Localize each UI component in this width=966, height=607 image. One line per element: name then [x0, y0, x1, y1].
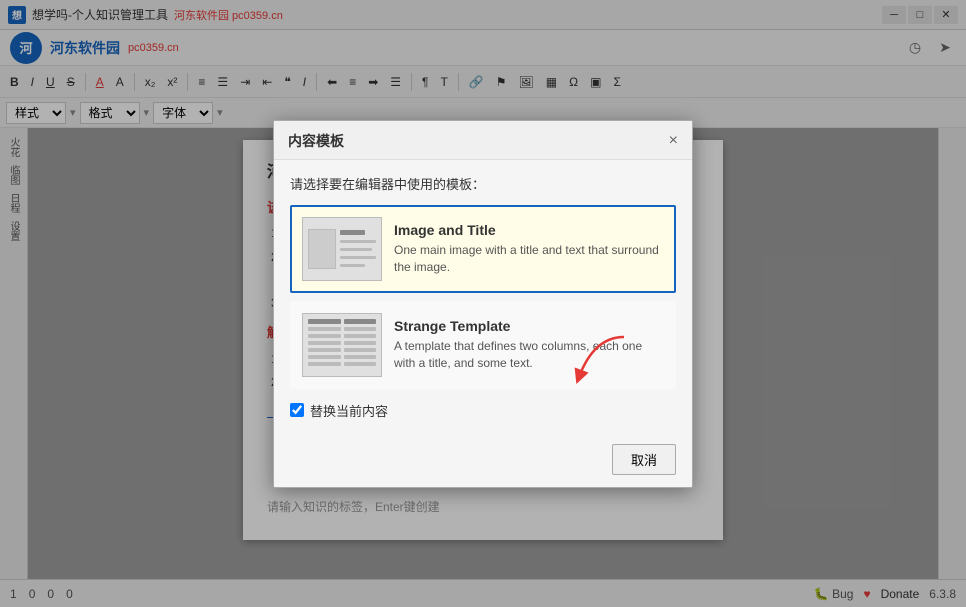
content-template-dialog: 内容模板 × 请选择要在编辑器中使用的模板：: [273, 120, 693, 488]
template-info-image-title: Image and Title One main image with a ti…: [394, 222, 664, 276]
preview-line: [340, 256, 376, 259]
template-name: Image and Title: [394, 222, 664, 238]
preview-col-right: [344, 319, 377, 371]
col-line: [308, 341, 341, 345]
col-line: [344, 355, 377, 359]
preview-line: [340, 264, 365, 267]
col-line: [344, 319, 377, 324]
dialog-title: 内容模板: [288, 131, 344, 151]
preview-lines: [340, 230, 376, 267]
red-arrow: [564, 327, 644, 389]
dialog-header: 内容模板 ×: [274, 121, 692, 160]
template-preview-strange: [302, 313, 382, 377]
dialog-footer: 取消: [274, 434, 692, 487]
checkbox-row: 替换当前内容: [290, 401, 676, 420]
col-line: [308, 327, 341, 331]
preview-line: [340, 240, 376, 243]
preview-two-col: [308, 319, 376, 371]
col-line: [308, 348, 341, 352]
replace-content-checkbox[interactable]: [290, 403, 304, 417]
template-item-strange[interactable]: Strange Template A template that defines…: [290, 301, 676, 389]
preview-col-left: [308, 319, 341, 371]
col-line: [344, 341, 377, 345]
dialog-body: 请选择要在编辑器中使用的模板：: [274, 160, 692, 434]
dialog-close-button[interactable]: ×: [669, 133, 678, 149]
col-line: [344, 348, 377, 352]
col-line: [308, 334, 341, 338]
col-line: [344, 334, 377, 338]
preview-img-box: [308, 229, 336, 269]
modal-overlay: 内容模板 × 请选择要在编辑器中使用的模板：: [0, 0, 966, 607]
col-line: [308, 362, 341, 366]
template-desc: One main image with a title and text tha…: [394, 242, 664, 276]
template-list: Image and Title One main image with a ti…: [290, 205, 676, 389]
cancel-button[interactable]: 取消: [612, 444, 676, 475]
dialog-instruction: 请选择要在编辑器中使用的模板：: [290, 174, 676, 193]
preview-line: [340, 248, 372, 251]
template-preview-image-title: [302, 217, 382, 281]
replace-content-label[interactable]: 替换当前内容: [310, 401, 388, 420]
col-line: [308, 355, 341, 359]
col-line: [344, 327, 377, 331]
preview-line: [340, 230, 365, 235]
col-line: [308, 319, 341, 324]
template-item-image-title[interactable]: Image and Title One main image with a ti…: [290, 205, 676, 293]
col-line: [344, 362, 377, 366]
